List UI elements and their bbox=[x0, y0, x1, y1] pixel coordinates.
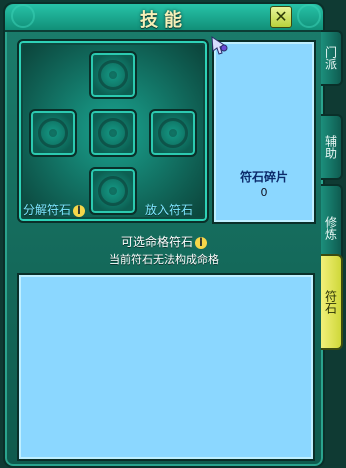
titlebar: 技能 ✕ bbox=[5, 4, 323, 32]
selectable-runes-message: 当前符石无法构成命格 bbox=[109, 253, 219, 266]
decompose-rune-link[interactable]: 分解符石 i bbox=[23, 201, 86, 218]
info-icon[interactable]: i bbox=[73, 204, 86, 217]
insert-rune-label: 放入符石 bbox=[145, 203, 194, 217]
rune-slot-center[interactable] bbox=[89, 109, 137, 157]
tab-runestone-label: 符石 bbox=[323, 290, 338, 314]
rune-slot-left[interactable] bbox=[29, 109, 77, 157]
swirl-rune-icon bbox=[98, 176, 128, 206]
rune-shard-panel: 符石碎片 0 bbox=[212, 40, 316, 224]
tab-assist[interactable]: 辅助 bbox=[321, 114, 343, 180]
selectable-runes-title: 可选命格符石 i bbox=[5, 233, 323, 250]
rune-shard-title: 符石碎片 bbox=[239, 170, 288, 184]
tab-sect[interactable]: 门派 bbox=[321, 30, 343, 86]
skills-window: 技能 ✕ 分解符石 i 放入符石 符石碎片 0 可选命格符石 i 当前符石无法构… bbox=[3, 2, 325, 468]
tab-cultivation-label: 修炼 bbox=[323, 216, 338, 240]
close-button[interactable]: ✕ bbox=[270, 6, 292, 28]
selectable-runes-list[interactable] bbox=[17, 273, 315, 461]
tab-sect-label: 门派 bbox=[323, 46, 338, 70]
swirl-rune-icon bbox=[98, 60, 128, 90]
rune-shard-count: 0 bbox=[260, 186, 268, 199]
close-x-icon: ✕ bbox=[274, 7, 288, 26]
tab-assist-label: 辅助 bbox=[323, 135, 338, 159]
insert-rune-link[interactable]: 放入符石 bbox=[145, 201, 193, 218]
info-icon[interactable]: i bbox=[195, 236, 207, 249]
pen-cursor-icon bbox=[211, 36, 228, 55]
rune-board: 分解符石 i 放入符石 bbox=[17, 39, 209, 223]
swirl-rune-icon bbox=[158, 118, 188, 148]
decompose-rune-label: 分解符石 bbox=[23, 203, 72, 217]
selectable-runes-label: 可选命格符石 bbox=[120, 235, 193, 249]
rune-slot-top[interactable] bbox=[89, 51, 137, 99]
rune-slot-right[interactable] bbox=[149, 109, 197, 157]
rune-slot-bottom[interactable] bbox=[89, 167, 137, 215]
swirl-rune-icon bbox=[98, 118, 128, 148]
swirl-rune-icon bbox=[38, 118, 68, 148]
tab-runestone[interactable]: 符石 bbox=[321, 254, 343, 350]
